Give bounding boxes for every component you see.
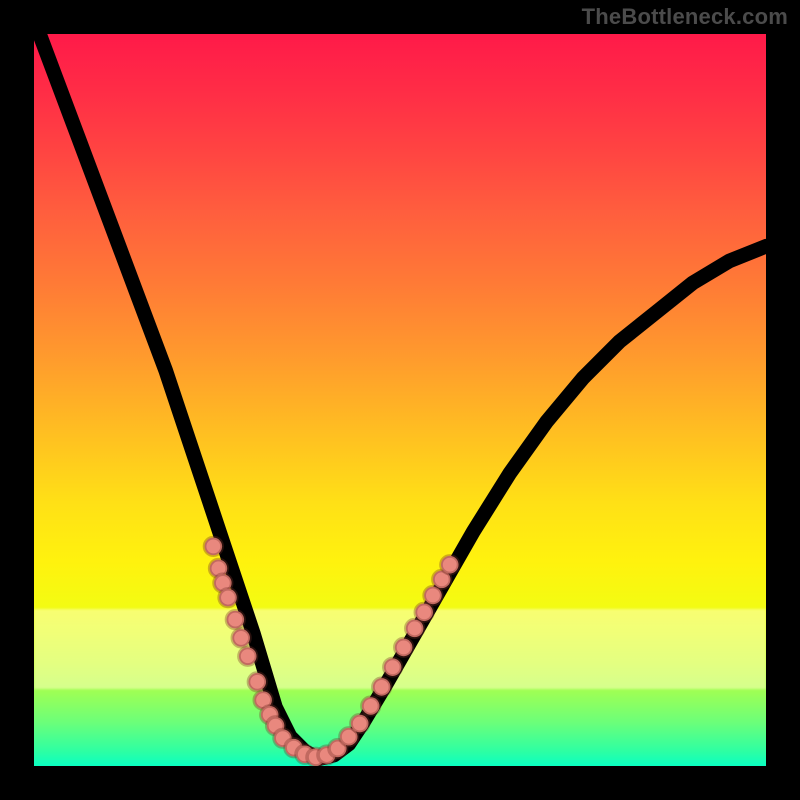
marker-dot (384, 658, 402, 676)
marker-dot (373, 678, 391, 696)
marker-dot (205, 538, 223, 556)
plot-area (34, 34, 766, 766)
marker-group (205, 538, 459, 766)
chart-frame: TheBottleneck.com (0, 0, 800, 800)
marker-dot (227, 611, 245, 629)
chart-svg (34, 34, 766, 766)
marker-dot (239, 647, 257, 665)
marker-dot (219, 589, 237, 607)
marker-dot (248, 673, 266, 691)
marker-dot (351, 715, 369, 733)
watermark-text: TheBottleneck.com (582, 4, 788, 30)
marker-dot (232, 629, 250, 647)
marker-dot (362, 697, 380, 715)
marker-dot (395, 639, 413, 657)
marker-dot (415, 603, 433, 621)
marker-dot (441, 556, 459, 574)
